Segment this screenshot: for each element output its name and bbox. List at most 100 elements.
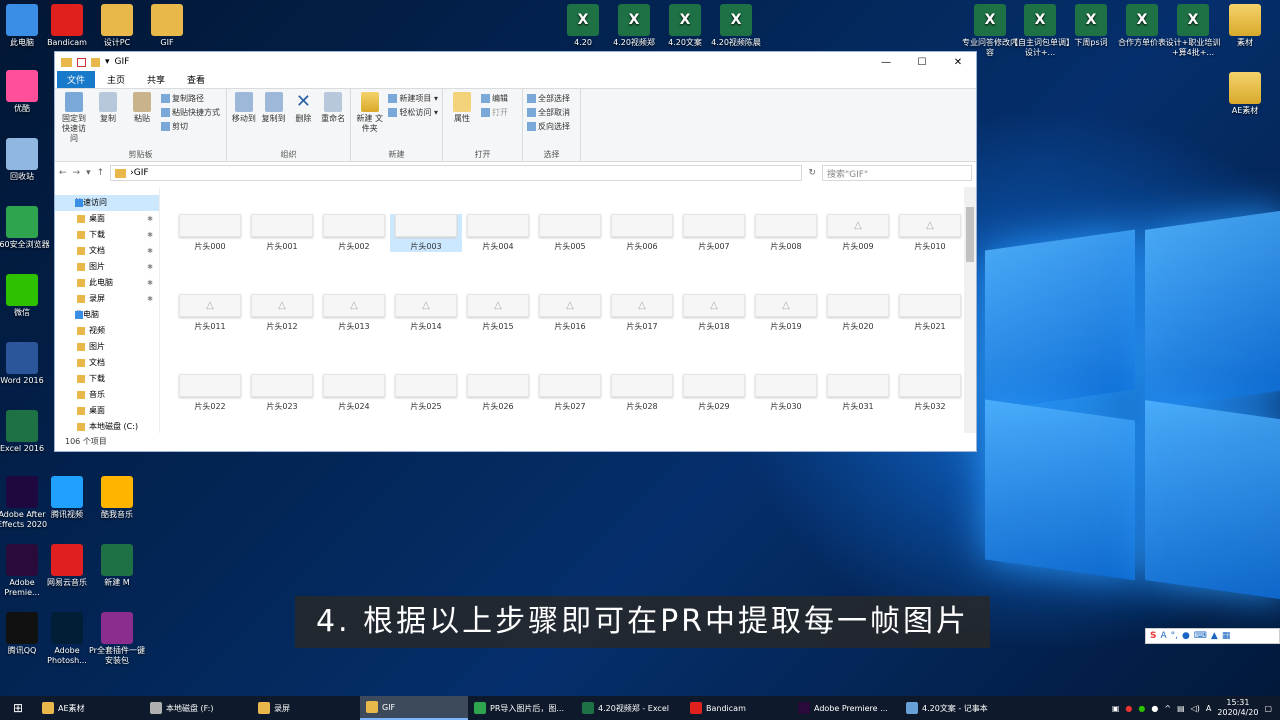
- file-thumbnail[interactable]: 片头007: [678, 214, 750, 252]
- record-icon[interactable]: ●: [1125, 704, 1132, 713]
- search-input[interactable]: 搜索"GIF": [822, 165, 972, 181]
- select-none-button[interactable]: 全部取消: [527, 106, 570, 120]
- file-thumbnail[interactable]: 片头029: [678, 374, 750, 412]
- file-thumbnail[interactable]: △ 片头013: [318, 294, 390, 332]
- file-thumbnail[interactable]: △ 片头016: [534, 294, 606, 332]
- desktop-icon[interactable]: Pr全套插件一键安装包: [87, 612, 147, 666]
- vertical-scrollbar[interactable]: [964, 187, 976, 433]
- properties-button[interactable]: 属性: [447, 92, 477, 149]
- microphone-icon[interactable]: ●: [1182, 631, 1190, 641]
- select-all-button[interactable]: 全部选择: [527, 92, 570, 106]
- file-thumbnail[interactable]: 片头001: [246, 214, 318, 252]
- wechat-icon[interactable]: ●: [1138, 704, 1145, 713]
- breadcrumb[interactable]: GIF: [134, 168, 149, 178]
- desktop-icon[interactable]: X 设计+职业培训+算4批+...: [1163, 4, 1223, 58]
- taskbar-item[interactable]: 4.20文案 - 记事本: [900, 696, 1008, 720]
- desktop-icon[interactable]: 微信: [0, 274, 52, 318]
- nav-item[interactable]: 下载: [55, 371, 159, 387]
- refresh-icon[interactable]: ↻: [808, 168, 816, 178]
- clock[interactable]: 15:31 2020/4/20: [1217, 698, 1258, 718]
- sogou-icon[interactable]: S: [1150, 631, 1156, 641]
- desktop-icon[interactable]: 360安全浏览器: [0, 206, 52, 250]
- desktop-icon[interactable]: Excel 2016: [0, 410, 52, 454]
- file-thumbnail[interactable]: △ 片头018: [678, 294, 750, 332]
- desktop-icon[interactable]: 回收站: [0, 138, 52, 182]
- file-thumbnail[interactable]: 片头030: [750, 374, 822, 412]
- notification-icon[interactable]: ▢: [1264, 704, 1272, 713]
- taskbar-item[interactable]: GIF: [360, 696, 468, 720]
- close-button[interactable]: ✕: [940, 57, 976, 68]
- pin-quick-access-button[interactable]: 固定到快速访问: [59, 92, 89, 149]
- recent-dropdown-icon[interactable]: ▾: [86, 168, 91, 178]
- file-thumbnail[interactable]: 片头000: [174, 214, 246, 252]
- ime-indicator[interactable]: A: [1206, 704, 1211, 713]
- new-folder-quick-icon[interactable]: [91, 57, 100, 67]
- start-button[interactable]: ⊞: [0, 696, 36, 720]
- file-thumbnail[interactable]: 片头003: [390, 214, 462, 252]
- network-icon[interactable]: ▤: [1177, 704, 1185, 713]
- tools-icon[interactable]: ▦: [1222, 631, 1231, 641]
- tab-view[interactable]: 查看: [177, 71, 215, 88]
- nav-item[interactable]: 桌面: [55, 403, 159, 419]
- file-explorer-window[interactable]: ▾ GIF — ☐ ✕ 文件 主页 共享 查看 固定到快速访问 复制 粘贴 复制…: [54, 51, 977, 452]
- easy-access-button[interactable]: 轻松访问 ▾: [388, 106, 438, 120]
- file-thumbnail[interactable]: 片头025: [390, 374, 462, 412]
- tab-file[interactable]: 文件: [57, 71, 96, 88]
- tab-home[interactable]: 主页: [97, 71, 135, 88]
- taskbar-item[interactable]: 录屏: [252, 696, 360, 720]
- paste-shortcut-button[interactable]: 粘贴快捷方式: [161, 106, 220, 120]
- open-button[interactable]: 打开: [481, 106, 508, 120]
- copy-path-button[interactable]: 复制路径: [161, 92, 220, 106]
- tray-app-icon[interactable]: ▣: [1112, 704, 1120, 713]
- paste-button[interactable]: 粘贴: [127, 92, 157, 149]
- file-thumbnail[interactable]: 片头026: [462, 374, 534, 412]
- desktop-icon[interactable]: 优酷: [0, 70, 52, 114]
- file-thumbnail[interactable]: 片头028: [606, 374, 678, 412]
- volume-icon[interactable]: ◁): [1191, 704, 1200, 713]
- desktop-icon[interactable]: AE素材: [1215, 72, 1275, 116]
- address-bar[interactable]: › GIF: [110, 165, 803, 181]
- file-thumbnail[interactable]: 片头002: [318, 214, 390, 252]
- file-thumbnail[interactable]: 片头021: [894, 294, 966, 332]
- file-thumbnail[interactable]: △ 片头017: [606, 294, 678, 332]
- file-thumbnail[interactable]: △ 片头019: [750, 294, 822, 332]
- nav-item[interactable]: 此电脑 ✱: [55, 275, 159, 291]
- taskbar-item[interactable]: 4.20视频郑 - Excel: [576, 696, 684, 720]
- file-thumbnail[interactable]: 片头024: [318, 374, 390, 412]
- file-thumbnail[interactable]: 片头004: [462, 214, 534, 252]
- new-item-button[interactable]: 新建项目 ▾: [388, 92, 438, 106]
- delete-button[interactable]: ✕ 删除: [291, 92, 317, 149]
- keyboard-icon[interactable]: ⌨: [1194, 631, 1207, 641]
- qq-icon[interactable]: ●: [1151, 704, 1158, 713]
- title-bar[interactable]: ▾ GIF — ☐ ✕: [55, 52, 976, 72]
- new-folder-button[interactable]: 新建 文件夹: [355, 92, 384, 149]
- nav-item[interactable]: 下载 ✱: [55, 227, 159, 243]
- file-thumbnail[interactable]: 片头023: [246, 374, 318, 412]
- file-thumbnail[interactable]: 片头031: [822, 374, 894, 412]
- taskbar-item[interactable]: Adobe Premiere ...: [792, 696, 900, 720]
- nav-item[interactable]: 图片 ✱: [55, 259, 159, 275]
- file-thumbnail[interactable]: 片头005: [534, 214, 606, 252]
- minimize-button[interactable]: —: [868, 57, 904, 68]
- chevron-down-icon[interactable]: ▾: [105, 57, 110, 67]
- file-thumbnail[interactable]: △ 片头010: [894, 214, 966, 252]
- taskbar-item[interactable]: 本地磁盘 (F:): [144, 696, 252, 720]
- forward-arrow-icon[interactable]: →: [73, 168, 81, 178]
- invert-selection-button[interactable]: 反向选择: [527, 120, 570, 134]
- file-thumbnail[interactable]: 片头008: [750, 214, 822, 252]
- file-thumbnail[interactable]: △ 片头011: [174, 294, 246, 332]
- taskbar-item[interactable]: AE素材: [36, 696, 144, 720]
- file-thumbnail[interactable]: 片头022: [174, 374, 246, 412]
- taskbar-item[interactable]: Bandicam: [684, 696, 792, 720]
- move-to-button[interactable]: 移动到: [231, 92, 257, 149]
- file-thumbnail[interactable]: 片头006: [606, 214, 678, 252]
- show-hidden-icon[interactable]: ^: [1164, 704, 1171, 713]
- file-thumbnail[interactable]: 片头032: [894, 374, 966, 412]
- edit-button[interactable]: 编辑: [481, 92, 508, 106]
- maximize-button[interactable]: ☐: [904, 57, 940, 68]
- tab-share[interactable]: 共享: [137, 71, 175, 88]
- ime-toolbar[interactable]: S A °, ● ⌨ ▲ ▦: [1145, 628, 1280, 644]
- desktop-icon[interactable]: 素材: [1215, 4, 1275, 48]
- punctuation-icon[interactable]: °,: [1171, 631, 1178, 641]
- taskbar-item[interactable]: PR导入图片后，图...: [468, 696, 576, 720]
